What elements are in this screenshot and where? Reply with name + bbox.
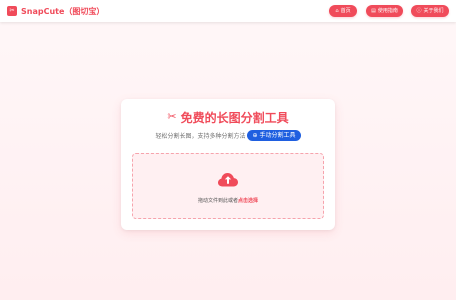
page-title: 免费的长图分割工具 [180,110,289,125]
home-icon: ⌂ [335,8,339,14]
nav-home-button[interactable]: ⌂ 首页 [329,5,357,17]
cloud-upload-icon [217,171,239,189]
manual-split-label: 手动分割工具 [259,131,296,139]
book-icon: ▤ [371,8,376,14]
nav-about-button[interactable]: ⓘ 关于我们 [411,5,449,17]
info-icon: ⓘ [416,8,422,14]
scissors-icon: ✂ [7,6,17,16]
manual-split-button[interactable]: ⊕ 手动分割工具 [247,129,301,141]
brand[interactable]: ✂ SnapCute（图切宝） [7,5,104,17]
top-bar: ✂ SnapCute（图切宝） ⌂ 首页 ▤ 使用指南 ⓘ 关于我们 [0,0,456,22]
nav-home-label: 首页 [340,8,351,14]
upload-card: ✂ 免费的长图分割工具 轻松分割长图，支持多种分割方法 ⊕ 手动分割工具 拖动文… [121,99,335,230]
subtitle: 轻松分割长图，支持多种分割方法 [155,132,246,140]
brand-name: SnapCute（图切宝） [21,6,105,16]
nav-about-label: 关于我们 [423,8,444,14]
scissors-icon: ✂ [167,110,177,123]
subtitle-row: 轻松分割长图，支持多种分割方法 ⊕ 手动分割工具 [121,129,335,141]
file-dropzone[interactable]: 拖动文件到此或者点击选择 [132,153,324,219]
nav-guide-label: 使用指南 [377,8,398,14]
nav-guide-button[interactable]: ▤ 使用指南 [366,5,403,17]
title-row: ✂ 免费的长图分割工具 [121,109,335,125]
dropzone-text: 拖动文件到此或者点击选择 [133,197,323,204]
choose-file-link[interactable]: 点击选择 [238,198,258,204]
dropzone-label: 拖动文件到此或者 [197,198,238,204]
plus-circle-icon: ⊕ [252,131,258,139]
